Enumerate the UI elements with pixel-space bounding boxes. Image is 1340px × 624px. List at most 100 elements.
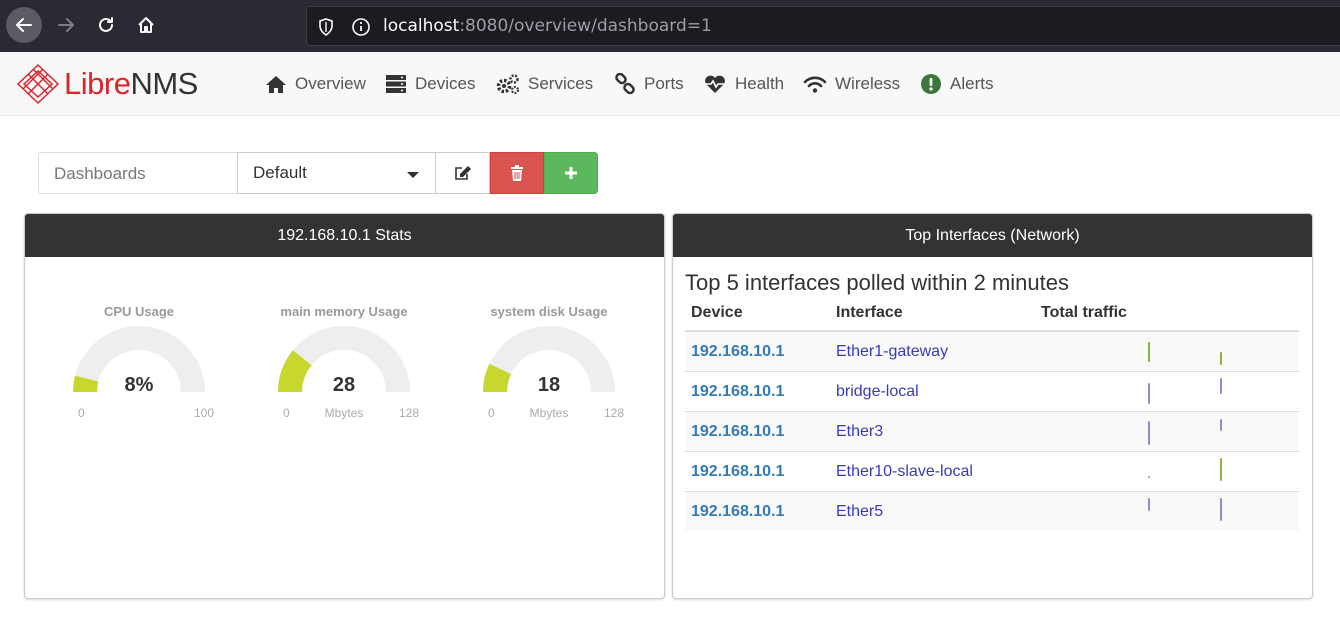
menu-ports-label: Ports <box>644 74 684 93</box>
menu-services[interactable]: Services <box>496 72 593 96</box>
brand-name-libre: Libre <box>64 66 131 101</box>
interfaces-table: Device Interface Total traffic 192.168.1… <box>685 296 1299 531</box>
gauge-min: 0 <box>78 406 85 420</box>
reload-button[interactable] <box>88 7 124 43</box>
interface-link[interactable]: Ether10-slave-local <box>830 451 1035 492</box>
device-link[interactable]: 192.168.10.1 <box>685 330 830 372</box>
interface-link[interactable]: Ether5 <box>830 491 1035 531</box>
traffic-sparkline[interactable] <box>1035 451 1299 492</box>
home-icon <box>266 76 286 93</box>
url-path: :8080/overview/dashboard=1 <box>459 16 712 36</box>
gauge-title: main memory Usage <box>280 304 408 319</box>
device-link[interactable]: 192.168.10.1 <box>685 411 830 452</box>
brand-name-nms: NMS <box>130 66 198 101</box>
gauge-max: 128 <box>603 406 624 420</box>
cpu-usage-gauge: CPU Usage 8% 0 100 <box>64 304 214 434</box>
interfaces-widget-title[interactable]: Top Interfaces (Network) <box>673 214 1312 257</box>
traffic-sparkline[interactable] <box>1035 491 1299 531</box>
home-icon <box>138 17 154 33</box>
wifi-icon <box>803 76 827 93</box>
back-button[interactable] <box>6 7 42 43</box>
main-navbar: LibreNMS Overview Devices Services Ports… <box>0 52 1340 116</box>
dashboard-select[interactable]: Default <box>237 152 436 194</box>
sparkline-bar <box>1220 498 1222 521</box>
logo-mark-icon <box>16 63 60 105</box>
menu-overview-label: Overview <box>295 74 366 93</box>
address-bar[interactable]: localhost:8080/overview/dashboard=1 <box>306 6 1340 46</box>
device-link[interactable]: 192.168.10.1 <box>685 491 830 531</box>
device-stats-widget: 192.168.10.1 Stats CPU Usage 8% 0 100 ma… <box>24 213 665 599</box>
sparkline-bar <box>1220 458 1222 481</box>
menu-services-label: Services <box>528 74 594 93</box>
brand-name: LibreNMS <box>64 66 198 102</box>
menu-devices[interactable]: Devices <box>385 72 475 96</box>
table-row: 192.168.10.1 Ether3 <box>685 411 1299 452</box>
interface-link[interactable]: Ether3 <box>830 411 1035 452</box>
table-header-row: Device Interface Total traffic <box>685 296 1299 332</box>
column-header-device: Device <box>685 296 830 332</box>
interfaces-subtitle: Top 5 interfaces polled within 2 minutes <box>685 270 1069 295</box>
sparkline-bar <box>1220 352 1222 365</box>
dashboard-select-value: Default <box>253 163 307 182</box>
home-button[interactable] <box>128 7 164 43</box>
gauge-value: 18 <box>537 374 561 396</box>
gauge-min: 0 <box>283 406 290 420</box>
menu-health[interactable]: Health <box>703 72 784 96</box>
reload-icon <box>99 17 113 32</box>
forward-button[interactable] <box>48 7 84 43</box>
arrow-left-icon <box>16 18 32 32</box>
cogs-icon <box>496 74 520 95</box>
column-header-total-traffic: Total traffic <box>1035 296 1299 332</box>
traffic-sparkline[interactable] <box>1035 411 1299 452</box>
sparkline-bar <box>1148 421 1150 445</box>
sparkline-bar <box>1220 419 1222 431</box>
menu-health-label: Health <box>735 74 785 93</box>
browser-toolbar: localhost:8080/overview/dashboard=1 <box>0 0 1340 52</box>
sparkline-bar <box>1148 498 1150 511</box>
traffic-sparkline[interactable] <box>1035 330 1299 372</box>
table-row: 192.168.10.1 Ether5 <box>685 491 1299 531</box>
add-dashboard-button[interactable] <box>544 152 598 194</box>
shield-icon[interactable] <box>317 17 335 37</box>
menu-devices-label: Devices <box>415 74 476 93</box>
caret-down-icon <box>407 172 419 178</box>
device-link[interactable]: 192.168.10.1 <box>685 451 830 492</box>
trash-icon <box>511 165 523 181</box>
menu-wireless[interactable]: Wireless <box>803 72 900 96</box>
table-row: 192.168.10.1 Ether10-slave-local <box>685 451 1299 492</box>
sparkline-bar <box>1220 378 1222 394</box>
traffic-sparkline[interactable] <box>1035 371 1299 412</box>
stats-widget-title[interactable]: 192.168.10.1 Stats <box>25 214 664 257</box>
sparkline-bar <box>1148 383 1150 404</box>
plus-icon <box>565 167 577 179</box>
url-host: localhost <box>383 16 460 36</box>
menu-ports[interactable]: Ports <box>614 72 684 96</box>
arrow-right-icon <box>58 18 74 32</box>
table-row: 192.168.10.1 bridge-local <box>685 371 1299 412</box>
sparkline-bar <box>1148 476 1150 478</box>
interface-link[interactable]: Ether1-gateway <box>830 330 1035 372</box>
menu-alerts[interactable]: Alerts <box>920 72 993 96</box>
column-header-interface: Interface <box>830 296 1035 332</box>
disk-usage-gauge: system disk Usage 18 Mbytes 0 128 <box>474 304 624 434</box>
gauge-value: 8% <box>124 374 154 396</box>
menu-alerts-label: Alerts <box>950 74 994 93</box>
url-text[interactable]: localhost:8080/overview/dashboard=1 <box>383 16 712 36</box>
gauge-value: 28 <box>332 374 356 396</box>
gauge-max: 100 <box>193 406 214 420</box>
interface-link[interactable]: bridge-local <box>830 371 1035 412</box>
gauge-title: CPU Usage <box>103 304 175 319</box>
delete-dashboard-button[interactable] <box>490 152 544 194</box>
top-interfaces-widget: Top Interfaces (Network) Top 5 interface… <box>672 213 1313 599</box>
dashboards-label: Dashboards <box>38 152 237 194</box>
device-link[interactable]: 192.168.10.1 <box>685 371 830 412</box>
edit-dashboard-button[interactable] <box>436 152 490 194</box>
menu-overview[interactable]: Overview <box>265 72 366 96</box>
gauge-title: system disk Usage <box>490 304 608 319</box>
gauge-min: 0 <box>488 406 495 420</box>
server-icon <box>386 75 406 93</box>
dashboard-controls: Dashboards Default <box>38 152 598 194</box>
info-icon[interactable] <box>351 17 371 37</box>
librenms-logo[interactable]: LibreNMS <box>16 63 236 105</box>
heartbeat-icon <box>705 75 725 93</box>
